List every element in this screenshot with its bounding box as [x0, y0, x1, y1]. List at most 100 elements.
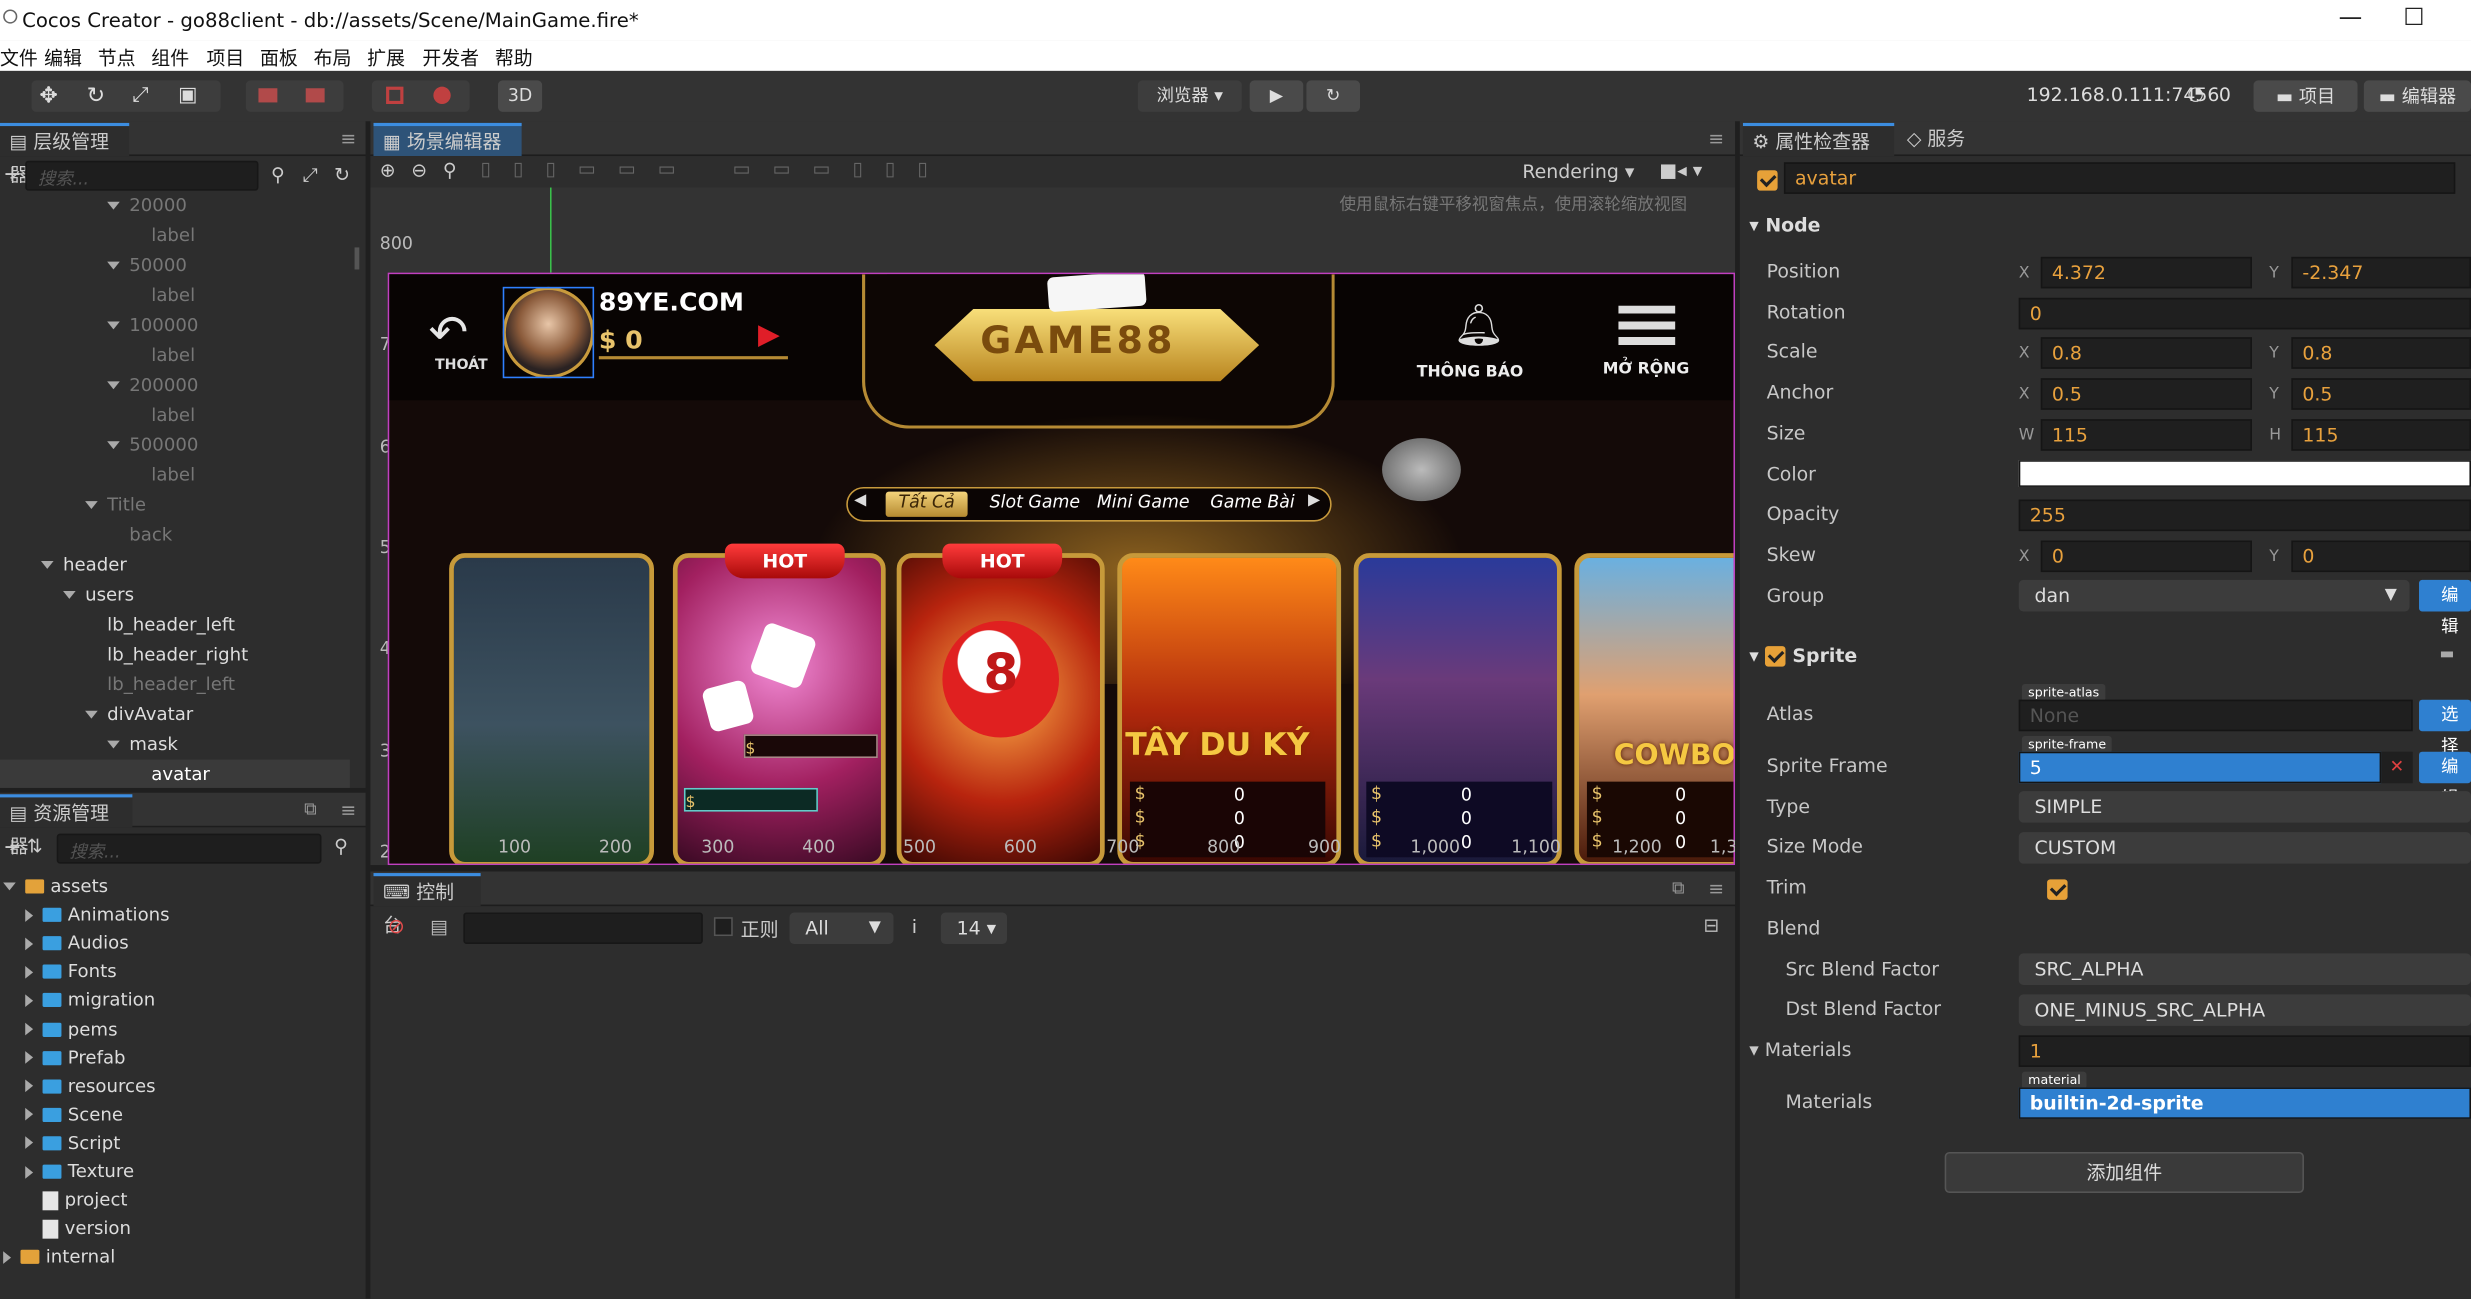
hierarchy-node[interactable]: 500000	[0, 430, 350, 460]
tab-slot-game[interactable]: Slot Game	[990, 492, 1080, 512]
materials-section[interactable]: ▾ Materials	[1749, 1039, 1851, 1061]
scale-x-input[interactable]: 0.8	[2040, 337, 2252, 369]
type-select[interactable]: SIMPLE	[2018, 791, 2471, 823]
asset-item[interactable]: resources	[0, 1071, 366, 1101]
hierarchy-node[interactable]: 100000	[0, 310, 350, 340]
snap-icon[interactable]	[386, 86, 404, 105]
atlas-input[interactable]: None	[2018, 699, 2413, 732]
editor-button[interactable]: ▬ 编辑器	[2363, 80, 2471, 112]
position-y-input[interactable]: -2.347	[2291, 256, 2471, 289]
hierarchy-scrollbar[interactable]	[354, 247, 360, 270]
tabs-right-arrow-icon[interactable]: ▶	[1308, 492, 1320, 509]
node-active-checkbox[interactable]	[1757, 170, 1778, 191]
hierarchy-node[interactable]: 20000	[0, 191, 350, 221]
menu-icon[interactable]	[1618, 305, 1676, 347]
local-icon[interactable]	[305, 88, 325, 103]
align-icons[interactable]: ▯▯▯▭▭▭	[481, 158, 698, 180]
scene-viewport[interactable]: 使用鼠标右键平移视窗焦点，使用滚轮缩放视图 800 700 600 500 40…	[370, 187, 1736, 866]
maximize-button[interactable]: ☐	[2403, 3, 2424, 31]
hierarchy-search-input[interactable]: 搜索...	[25, 160, 259, 191]
trim-checkbox[interactable]	[2046, 879, 2068, 900]
game-card-tay-du-ky[interactable]: TÂY DU KÝ $0 $0 $0	[1117, 553, 1342, 864]
menu-edit[interactable]: 编辑	[44, 44, 82, 71]
hierarchy-node[interactable]: header	[0, 550, 350, 580]
node-section-header[interactable]: ▾ Node	[1749, 214, 1820, 236]
expand-arrow-icon[interactable]	[85, 710, 98, 719]
expand-arrow-icon[interactable]	[107, 261, 120, 270]
node-name-input[interactable]: avatar	[1783, 162, 2456, 194]
refresh-button[interactable]: ↻	[1306, 80, 1361, 112]
tab-card-game[interactable]: Game Bài	[1210, 492, 1294, 512]
scale-tool-icon[interactable]: ⤢	[132, 80, 148, 112]
expand-arrow-icon[interactable]	[25, 937, 34, 950]
open-log-icon[interactable]: ▤	[430, 916, 448, 938]
zoom-out-icon[interactable]: ⊖	[411, 159, 427, 181]
materials-count-input[interactable]: 1	[2018, 1035, 2471, 1067]
tabs-left-arrow-icon[interactable]: ◀	[854, 492, 866, 509]
tab-scene-editor[interactable]: ▦ 场景编辑器	[373, 122, 522, 157]
pivot-icon[interactable]	[258, 88, 278, 103]
asset-item[interactable]: pems	[0, 1014, 366, 1044]
console-menu-icon[interactable]: ≡	[1708, 878, 1724, 900]
hierarchy-node[interactable]: label	[0, 340, 350, 370]
material-input[interactable]: builtin-2d-sprite	[2018, 1087, 2471, 1119]
hierarchy-node[interactable]: label	[0, 281, 350, 311]
asset-item[interactable]: Animations	[0, 900, 366, 930]
size-w-input[interactable]: 115	[2040, 419, 2252, 451]
menu-component[interactable]: 组件	[151, 44, 189, 71]
log-level-select[interactable]: All ▼	[789, 912, 894, 944]
popout-icon[interactable]: ⧉	[1672, 878, 1684, 900]
rotate-tool-icon[interactable]: ↻	[87, 80, 105, 112]
regex-checkbox[interactable]	[713, 917, 733, 937]
hierarchy-node[interactable]: label	[0, 460, 350, 490]
anchor-x-input[interactable]: 0.5	[2040, 378, 2252, 410]
scale-y-input[interactable]: 0.8	[2291, 337, 2471, 369]
expand-arrow-icon[interactable]	[25, 1136, 34, 1150]
expand-arrow-icon[interactable]	[25, 1022, 34, 1036]
edit-group-button[interactable]: 编辑	[2419, 579, 2471, 637]
position-x-input[interactable]: 4.372	[2040, 256, 2252, 289]
rotation-input[interactable]: 0	[2018, 297, 2471, 330]
clear-frame-button[interactable]: ✕	[2381, 751, 2413, 784]
atlas-select-button[interactable]: 选择	[2419, 699, 2471, 756]
tab-all[interactable]: Tất Cả	[885, 491, 968, 517]
expand-arrow-icon[interactable]	[107, 321, 120, 330]
hierarchy-node[interactable]: mask	[0, 730, 350, 760]
sprite-section-header[interactable]: ▾ Sprite	[1749, 645, 1857, 667]
assets-menu-icon[interactable]: ≡	[340, 799, 356, 821]
scene-menu-icon[interactable]: ≡	[1708, 128, 1724, 150]
rect-tool-icon[interactable]: ▣	[178, 80, 197, 112]
asset-item[interactable]: internal	[0, 1242, 366, 1272]
menu-layout[interactable]: 布局	[314, 44, 352, 71]
hierarchy-node[interactable]: back	[0, 520, 350, 550]
expand-arrow-icon[interactable]	[25, 1108, 34, 1121]
back-arrow-icon[interactable]: ↶	[429, 306, 469, 361]
asset-item[interactable]: assets	[0, 871, 366, 901]
game-card-dice[interactable]: $ $	[672, 553, 886, 864]
rendering-select[interactable]: Rendering ▾	[1522, 161, 1634, 183]
src-blend-select[interactable]: SRC_ALPHA	[2018, 953, 2471, 985]
menu-node[interactable]: 节点	[98, 44, 136, 71]
expand-arrow-icon[interactable]	[25, 1165, 34, 1178]
camera-icon[interactable]: ■◂ ▾	[1659, 159, 1702, 181]
zoom-in-icon[interactable]: ⊕	[380, 159, 396, 181]
hierarchy-node[interactable]: divAvatar	[0, 700, 350, 730]
hierarchy-node-selected[interactable]: avatar	[0, 759, 350, 790]
add-asset-icon[interactable]: +	[3, 835, 21, 860]
dst-blend-select[interactable]: ONE_MINUS_SRC_ALPHA	[2018, 994, 2471, 1026]
menu-panel[interactable]: 面板	[260, 44, 298, 71]
console-filter-input[interactable]	[463, 912, 703, 944]
tab-console[interactable]: ⌨ 控制台	[373, 873, 481, 936]
asset-item[interactable]: Fonts	[0, 957, 366, 987]
sprite-enabled-checkbox[interactable]	[1765, 646, 1786, 667]
expand-arrow-icon[interactable]	[3, 882, 16, 891]
expand-icon[interactable]: ⤢	[303, 164, 318, 188]
game-card-heroes[interactable]: $0 $0 $0	[1353, 553, 1562, 864]
preview-platform-select[interactable]: 浏览器 ▾	[1137, 80, 1242, 112]
expand-arrow-icon[interactable]	[25, 908, 34, 922]
menu-help[interactable]: 帮助	[495, 44, 533, 71]
bell-icon[interactable]: 🔔︎	[1453, 303, 1505, 350]
search-icon[interactable]: ⚲	[271, 164, 285, 186]
zoom-reset-icon[interactable]: ⚲	[443, 159, 457, 181]
skew-x-input[interactable]: 0	[2040, 540, 2252, 573]
